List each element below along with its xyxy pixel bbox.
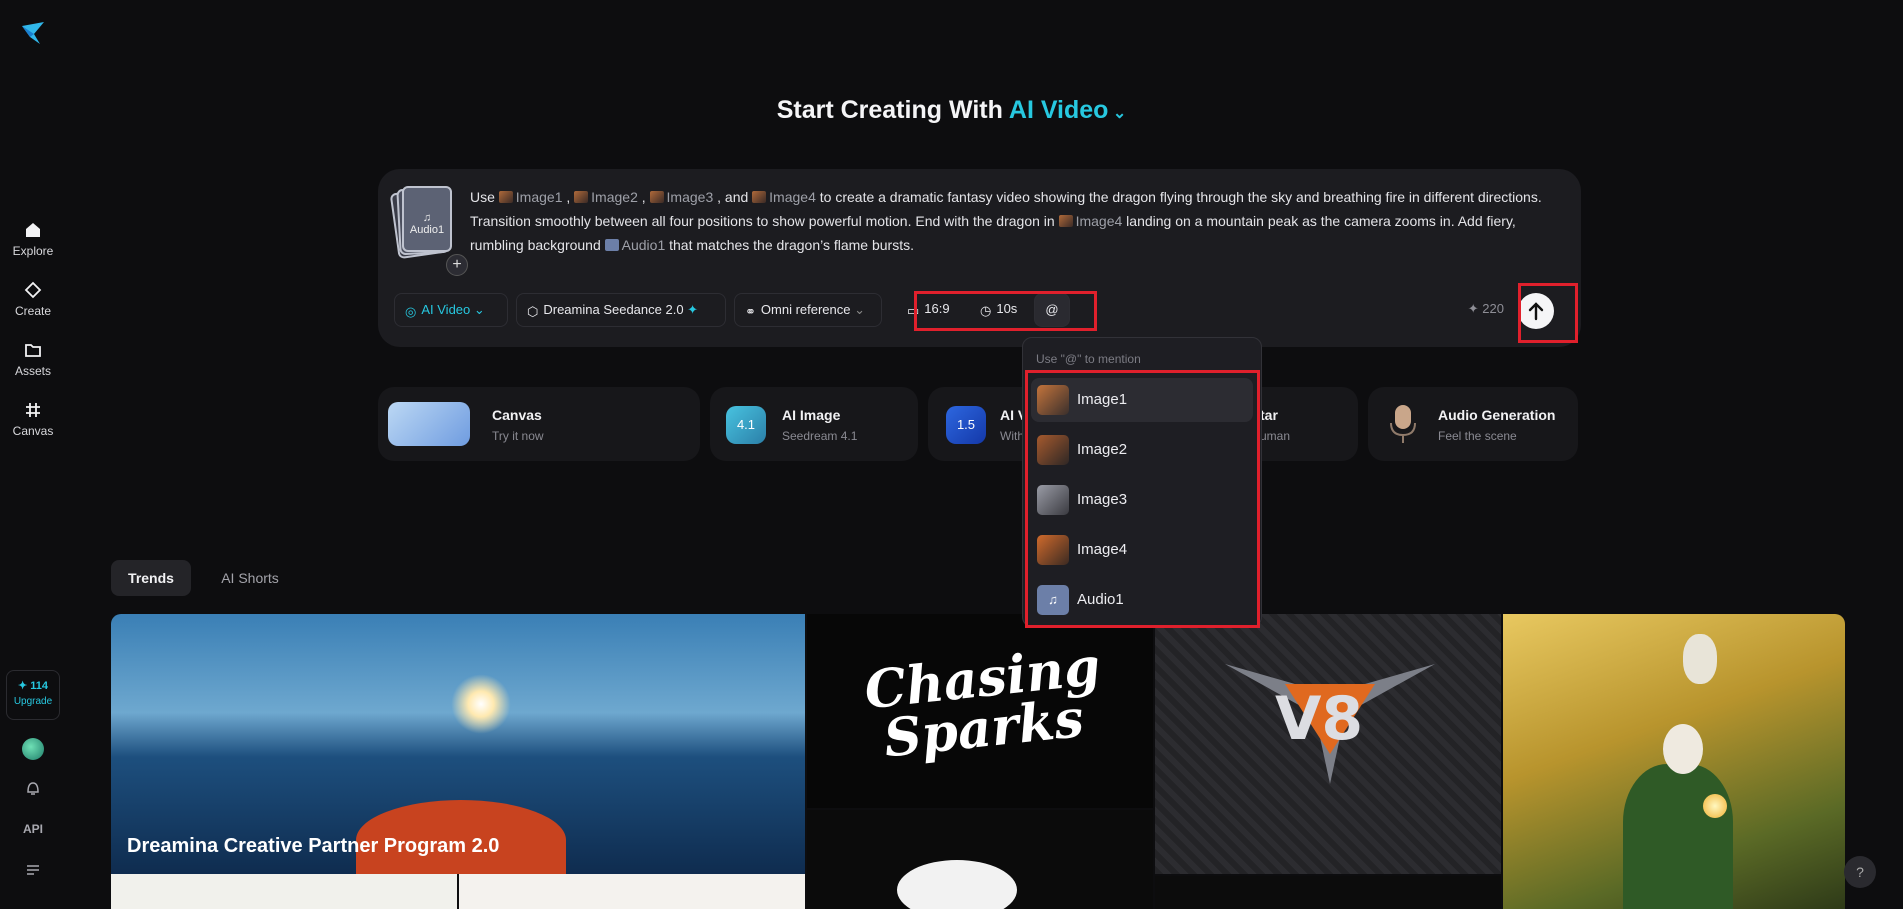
mention-chip-image4[interactable]: Image4 <box>1058 213 1122 229</box>
mention-chip-image2[interactable]: Image2 <box>574 189 638 205</box>
menu-icon[interactable] <box>21 860 45 880</box>
prompt-input[interactable]: Use Image1 , Image2 , Image3 , and Image… <box>470 185 1570 257</box>
api-link[interactable]: API <box>21 822 45 842</box>
gallery-tile-chasing-sparks[interactable]: Chasing Sparks <box>807 614 1153 808</box>
upgrade-link[interactable]: Upgrade <box>7 696 59 707</box>
image-thumb-icon <box>1058 215 1073 227</box>
tab-ai-shorts[interactable]: AI Shorts <box>205 560 295 596</box>
page-title: Start Creating With AI Video ⌄ <box>776 96 1127 124</box>
diamond-icon <box>24 281 42 299</box>
ai-image-badge: 4.1 <box>726 406 766 444</box>
gallery-tile[interactable] <box>1155 876 1501 909</box>
feature-card-canvas[interactable]: Canvas Try it now <box>378 387 700 461</box>
wizard-beard <box>1663 724 1703 774</box>
bell-icon[interactable] <box>21 778 45 798</box>
credit-cost: ✦ 220 <box>1467 301 1504 316</box>
home-icon <box>26 223 40 237</box>
sidebar: Explore Create Assets Canvas ✦ 114 Upgra… <box>0 0 66 909</box>
mention-chip-image3[interactable]: Image3 <box>649 189 713 205</box>
chevron-down-icon: ⌄ <box>470 302 485 317</box>
highlight-box <box>1025 370 1260 628</box>
gallery-tile-wizard[interactable] <box>1503 614 1845 909</box>
help-button[interactable]: ? <box>1844 856 1876 888</box>
sidebar-item-label: Create <box>14 304 52 318</box>
gallery-tile[interactable] <box>807 810 1153 909</box>
chevron-down-icon: ⌄ <box>850 302 866 317</box>
image-thumb-icon <box>574 191 589 203</box>
tab-trends[interactable]: Trends <box>111 560 191 596</box>
sparkle-icon: ✦ <box>1467 301 1479 316</box>
image-thumb-icon <box>649 191 664 203</box>
starburst-glow <box>451 674 511 734</box>
owl-figure <box>1683 634 1717 684</box>
mode-dropdown[interactable]: ◎ AI Video ⌄ <box>394 293 508 327</box>
mention-hint: Use "@" to mention <box>1036 352 1141 366</box>
reference-dropdown[interactable]: ⚭ Omni reference ⌄ <box>734 293 882 327</box>
mention-chip-audio1[interactable]: Audio1 <box>604 237 665 253</box>
credits-upgrade-box[interactable]: ✦ 114 Upgrade <box>6 670 60 720</box>
sidebar-item-explore[interactable]: Explore <box>0 220 66 258</box>
mode-selector[interactable]: AI Video ⌄ <box>1009 96 1126 124</box>
feature-card-audio-generation[interactable]: Audio Generation Feel the scene <box>1368 387 1578 461</box>
prompt-toolbar: ◎ AI Video ⌄ ⬡ Dreamina Seedance 2.0 ✦ ⚭ Om… <box>394 291 1564 331</box>
video-mode-icon: ◎ <box>405 304 417 319</box>
brush-stroke <box>897 860 1017 909</box>
sidebar-item-assets[interactable]: Assets <box>0 340 66 378</box>
dreamina-logo[interactable] <box>20 20 46 46</box>
sidebar-item-label: Assets <box>14 364 51 378</box>
image-thumb-icon <box>752 191 767 203</box>
mention-chip-image4[interactable]: Image4 <box>752 189 816 205</box>
chevron-down-icon: ⌄ <box>1108 105 1127 122</box>
sparkle-icon: ✦ <box>683 302 699 317</box>
glowing-orb <box>1703 794 1727 818</box>
banner-title: Dreamina Creative Partner Program 2.0 <box>127 835 500 857</box>
wizard-figure <box>1623 764 1733 909</box>
prompt-panel: ♫ Audio1 + Use Image1 , Image2 , Image3 ,… <box>378 169 1581 347</box>
gallery-tile[interactable] <box>111 874 457 909</box>
gallery-tile-v8[interactable]: V8 <box>1155 614 1501 874</box>
chasing-sparks-logo: Chasing Sparks <box>861 635 1103 770</box>
image-thumb-icon <box>498 191 513 203</box>
sidebar-item-label: Explore <box>12 244 54 258</box>
audio-reference-card: ♫ Audio1 <box>402 186 452 252</box>
feature-card-ai-image[interactable]: 4.1 AI Image Seedream 4.1 <box>710 387 918 461</box>
model-dropdown[interactable]: ⬡ Dreamina Seedance 2.0 ✦ <box>516 293 726 327</box>
sidebar-item-canvas[interactable]: Canvas <box>0 400 66 438</box>
music-note-icon: ♫ <box>422 212 432 224</box>
gallery-tile[interactable] <box>459 874 805 909</box>
mention-chip-image1[interactable]: Image1 <box>498 189 563 205</box>
question-icon: ? <box>1856 864 1864 880</box>
audio-thumb-icon <box>604 239 619 251</box>
ai-video-badge: 1.5 <box>946 406 986 444</box>
highlight-box <box>1518 283 1578 343</box>
cube-icon: ⬡ <box>527 304 539 319</box>
gallery-tile-banner[interactable]: Dreamina Creative Partner Program 2.0 <box>111 614 805 874</box>
grid-icon <box>26 403 40 417</box>
folder-icon <box>25 344 41 357</box>
reference-thumbnail-stack[interactable]: ♫ Audio1 + <box>389 186 468 276</box>
v8-text: V8 <box>1275 684 1364 754</box>
credits-count: ✦ 114 <box>17 680 49 692</box>
omni-reference-icon: ⚭ <box>745 304 756 319</box>
sidebar-item-label: Canvas <box>12 424 54 438</box>
highlight-box <box>914 291 1097 331</box>
canvas-thumbnail <box>388 402 470 446</box>
microphone-icon <box>1390 405 1416 443</box>
sidebar-item-create[interactable]: Create <box>0 280 66 318</box>
avatar[interactable] <box>22 738 44 760</box>
add-reference-button[interactable]: + <box>446 254 468 276</box>
